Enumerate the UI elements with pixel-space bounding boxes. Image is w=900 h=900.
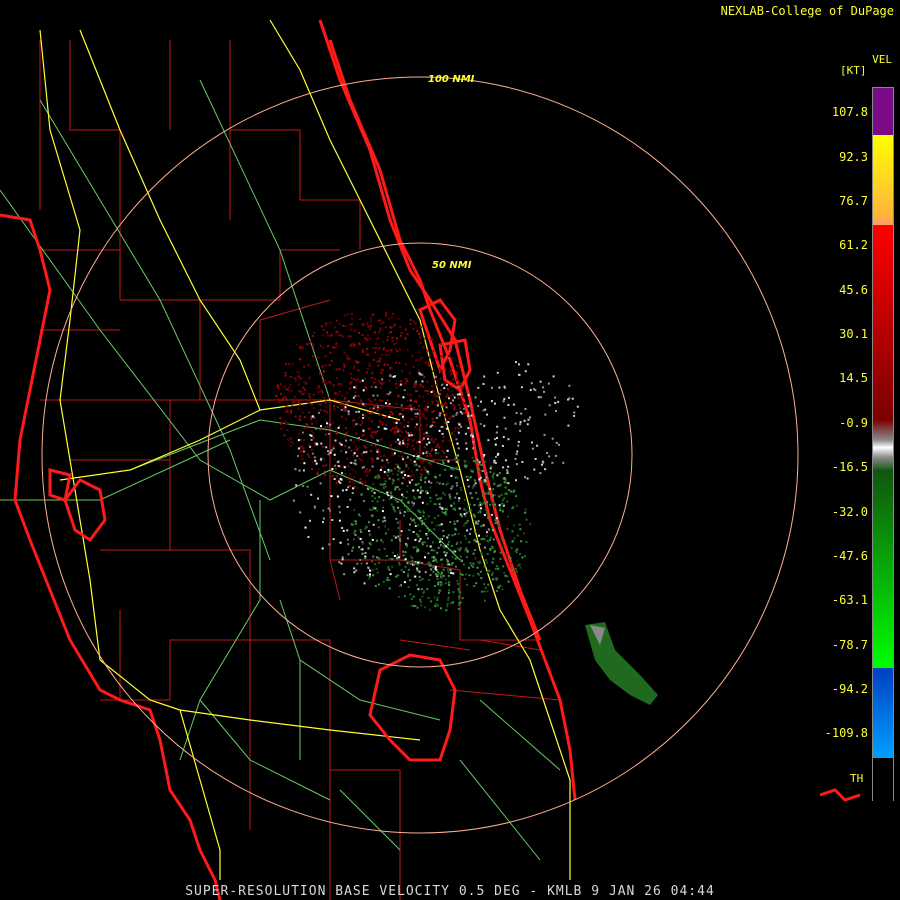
velocity-colorbar bbox=[872, 87, 894, 802]
tick-label: 45.6 bbox=[839, 283, 868, 297]
product-footer: SUPER-RESOLUTION BASE VELOCITY 0.5 DEG -… bbox=[185, 884, 715, 899]
colorbar-black bbox=[873, 758, 893, 802]
tick-label: 30.1 bbox=[839, 327, 868, 341]
tick-label: 76.7 bbox=[839, 194, 868, 208]
echo-neutral bbox=[292, 361, 579, 591]
tick-label: -0.9 bbox=[839, 416, 868, 430]
colorbar-red bbox=[873, 225, 893, 420]
ring-label-100: 100 NMI bbox=[428, 74, 475, 85]
secondary-highways bbox=[0, 79, 561, 861]
credit-label: NEXLAB-College of DuPage bbox=[720, 4, 894, 18]
tick-label: 61.2 bbox=[839, 238, 868, 252]
offshore-echo bbox=[585, 622, 658, 705]
tick-label: -78.7 bbox=[831, 638, 868, 652]
colorbar-gray bbox=[873, 420, 893, 470]
lake-outline bbox=[368, 653, 457, 762]
colorbar-yellow bbox=[873, 135, 893, 220]
ring-label-50: 50 NMI bbox=[432, 260, 472, 271]
legend-title: VEL bbox=[872, 53, 892, 66]
radar-map: 50 NMI 100 NMI bbox=[0, 19, 861, 900]
tick-label: 92.3 bbox=[839, 150, 868, 164]
colorbar-blue bbox=[873, 668, 893, 758]
tick-label: -16.5 bbox=[831, 460, 868, 474]
colorbar-green bbox=[873, 470, 893, 668]
tick-label: -94.2 bbox=[831, 682, 868, 696]
tick-label: -47.6 bbox=[831, 549, 868, 563]
threshold-label: TH bbox=[850, 772, 864, 785]
tick-label: 14.5 bbox=[839, 371, 868, 385]
tick-label: 107.8 bbox=[831, 105, 868, 119]
colorbar-purple bbox=[873, 88, 893, 135]
tick-label: -109.8 bbox=[824, 726, 868, 740]
tick-label: -63.1 bbox=[831, 593, 868, 607]
tick-label: -32.0 bbox=[831, 505, 868, 519]
legend-unit: [KT] bbox=[840, 64, 867, 77]
